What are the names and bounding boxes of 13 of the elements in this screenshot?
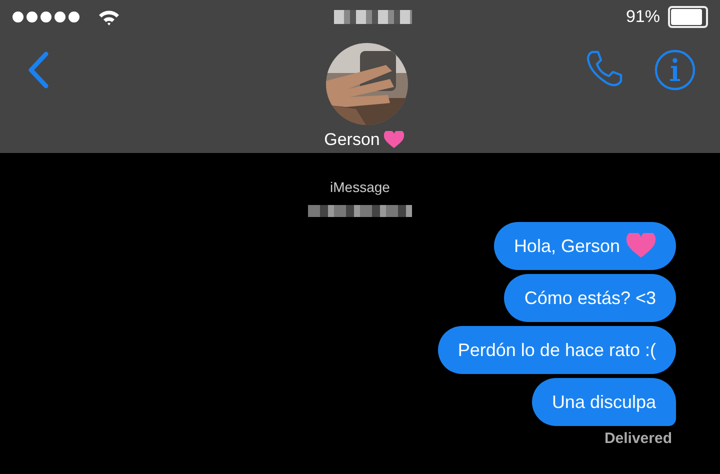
- wifi-icon: [98, 8, 120, 26]
- info-icon[interactable]: [654, 49, 696, 91]
- message-bubble: Cómo estás? <3: [504, 274, 676, 322]
- battery-percentage: 91%: [626, 7, 660, 27]
- battery-icon: [668, 6, 708, 28]
- service-label: iMessage: [330, 179, 390, 195]
- phone-icon[interactable]: [584, 49, 624, 89]
- back-icon[interactable]: [26, 51, 50, 89]
- delivered-label: Delivered: [604, 430, 673, 447]
- message-bubble: Hola, Gerson: [494, 222, 676, 270]
- message-bubble: Una disculpa: [532, 378, 676, 426]
- contact-name: Gerson: [324, 130, 380, 150]
- message-bubble: Perdón lo de hace rato :(: [438, 326, 676, 374]
